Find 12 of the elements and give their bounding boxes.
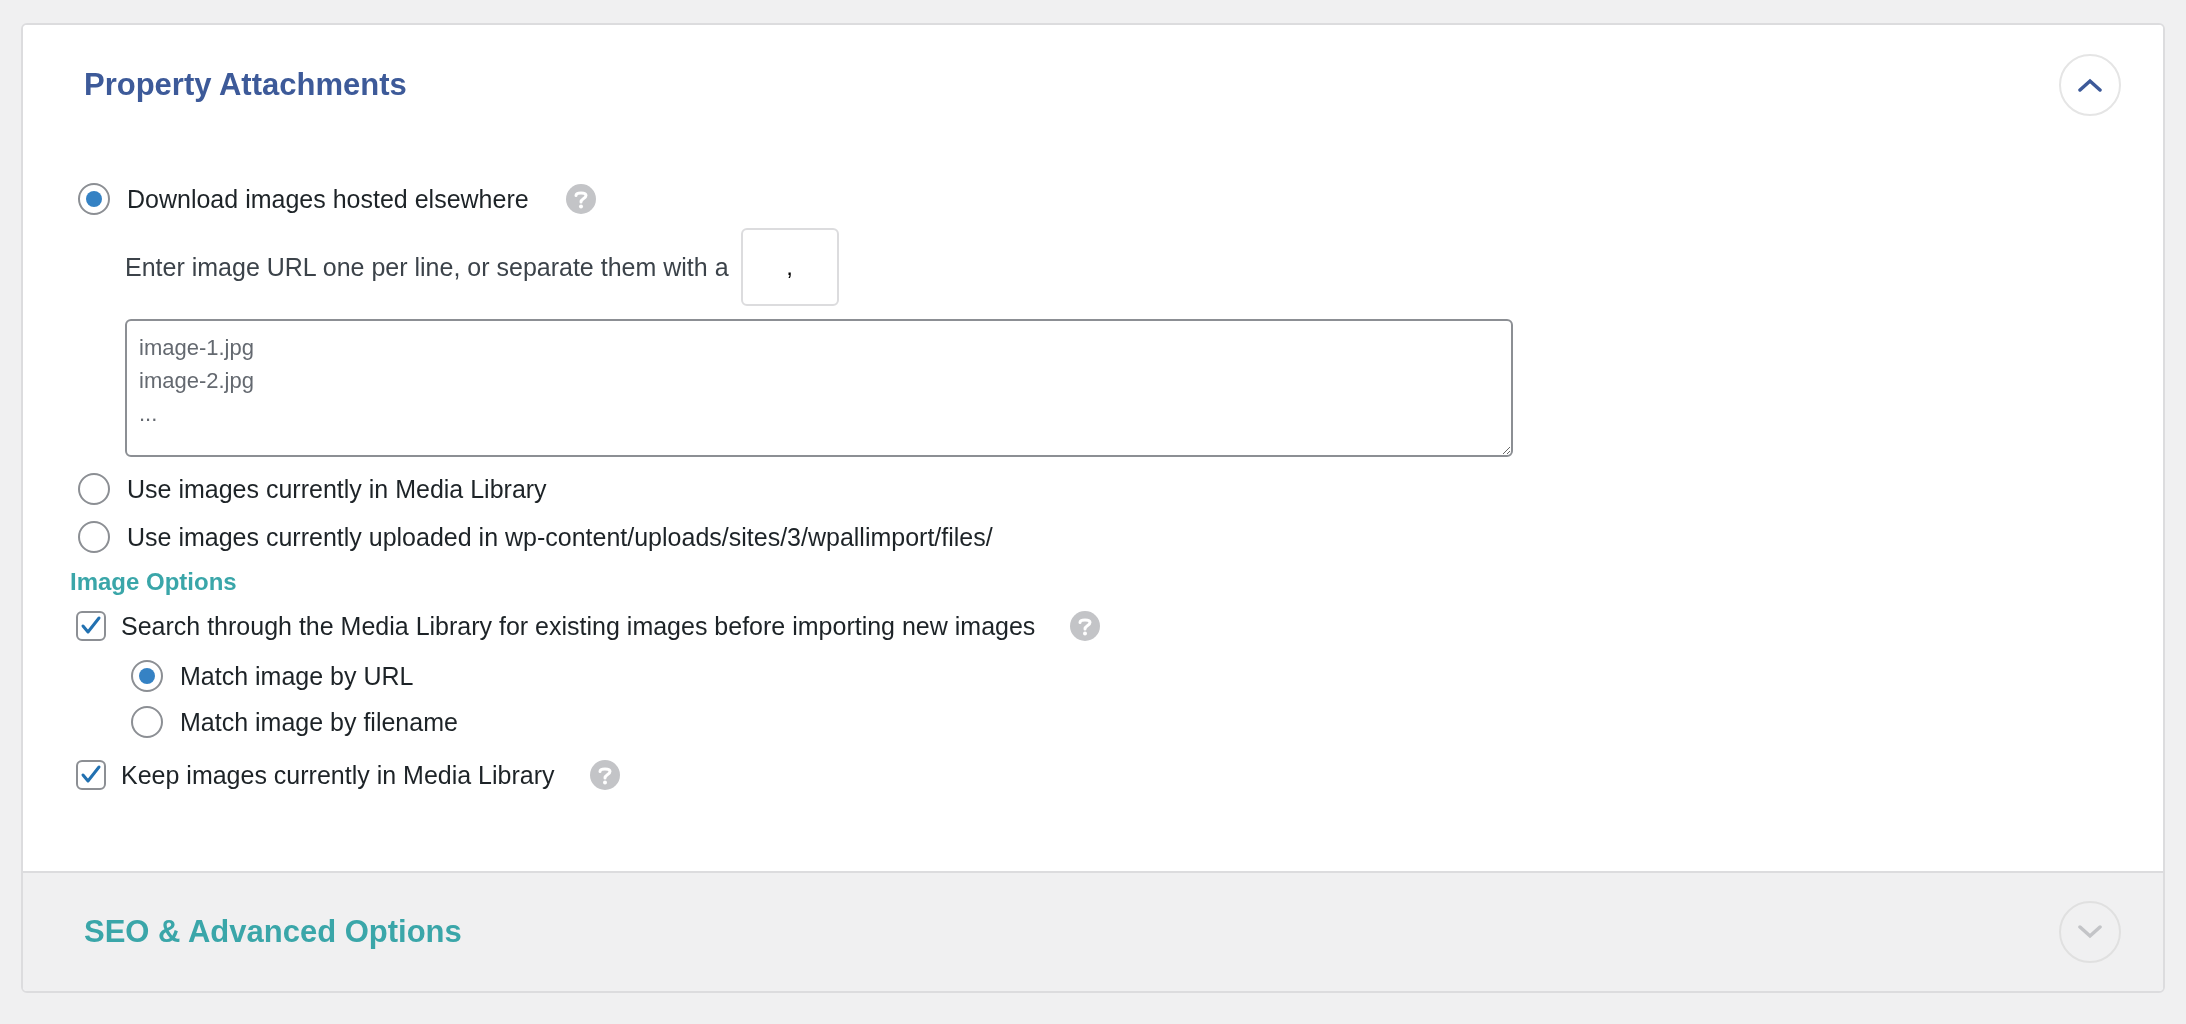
option-label: Use images currently in Media Library [127, 474, 547, 504]
option-label: Match image by URL [180, 661, 414, 691]
urls-field[interactable]: image-1.jpg image-2.jpg ... [125, 319, 1513, 457]
option-label: Match image by filename [180, 707, 458, 737]
option-label: Use images currently uploaded in wp-content/uploads/sites/3/wpallimport/files/ [127, 522, 993, 552]
option-label: Search through the Media Library for existing images before importing new images [121, 611, 1036, 641]
section-title[interactable]: Property Attachments [84, 61, 407, 109]
instruction-text: Enter image URL one per line, or separate them with a [125, 252, 729, 282]
subsection-heading: Image Options [70, 567, 238, 597]
option-label: Download images hosted elsewhere [127, 184, 529, 214]
separator-field[interactable]: , [740, 228, 839, 306]
option-label: Keep images currently in Media Library [121, 760, 555, 790]
